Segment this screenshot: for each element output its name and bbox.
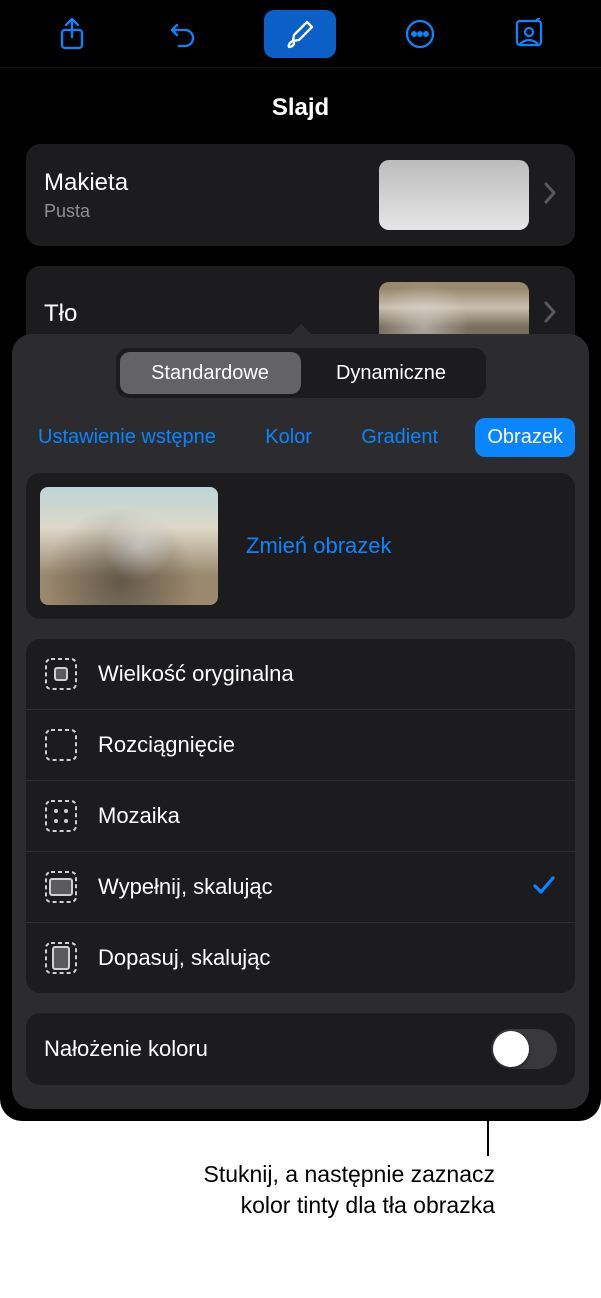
check-icon bbox=[531, 872, 557, 903]
image-preview bbox=[40, 487, 218, 605]
share-button[interactable] bbox=[47, 9, 97, 59]
present-icon bbox=[514, 18, 544, 50]
layout-label: Makieta bbox=[44, 169, 379, 197]
scale-fit-icon bbox=[44, 941, 78, 975]
option-label: Rozciągnięcie bbox=[98, 732, 557, 758]
layout-preview-swatch bbox=[379, 160, 529, 230]
category-image[interactable]: Obrazek bbox=[475, 418, 575, 457]
image-card: Zmień obrazek bbox=[26, 473, 575, 619]
option-stretch[interactable]: Rozciągnięcie bbox=[26, 709, 575, 780]
fill-options-list: Wielkość oryginalna Rozciągnięcie Mozaik… bbox=[26, 639, 575, 993]
popover-pointer bbox=[287, 324, 315, 338]
original-size-icon bbox=[44, 657, 78, 691]
change-image-link[interactable]: Zmień obrazek bbox=[246, 533, 392, 559]
option-scale-fill[interactable]: Wypełnij, skalując bbox=[26, 851, 575, 922]
segmented-control: Standardowe Dynamiczne bbox=[116, 348, 486, 398]
color-overlay-switch[interactable] bbox=[491, 1029, 557, 1069]
category-color[interactable]: Kolor bbox=[253, 418, 324, 457]
callout-text: Stuknij, a następnie zaznacz kolor tinty… bbox=[200, 1159, 495, 1221]
background-label: Tło bbox=[44, 300, 379, 328]
tile-icon bbox=[44, 799, 78, 833]
background-popover: Standardowe Dynamiczne Ustawienie wstępn… bbox=[12, 334, 589, 1109]
page-title: Slajd bbox=[272, 94, 329, 121]
presenter-button[interactable] bbox=[504, 9, 554, 59]
option-label: Wielkość oryginalna bbox=[98, 661, 557, 687]
format-button[interactable] bbox=[264, 10, 336, 58]
switch-knob bbox=[493, 1031, 529, 1067]
device-frame: Slajd Makieta Pusta Tło Standardowe bbox=[0, 0, 601, 1121]
segment-standard[interactable]: Standardowe bbox=[120, 352, 301, 394]
layout-row[interactable]: Makieta Pusta bbox=[26, 144, 575, 246]
stretch-icon bbox=[44, 728, 78, 762]
page-title-row: Slajd bbox=[0, 68, 601, 144]
color-overlay-label: Nałożenie koloru bbox=[44, 1036, 491, 1062]
category-preset[interactable]: Ustawienie wstępne bbox=[26, 418, 228, 457]
share-icon bbox=[58, 17, 86, 51]
chevron-right-icon bbox=[543, 182, 557, 209]
more-icon bbox=[404, 18, 436, 50]
brush-icon bbox=[285, 19, 315, 49]
segment-dynamic[interactable]: Dynamiczne bbox=[301, 352, 482, 394]
category-gradient[interactable]: Gradient bbox=[349, 418, 450, 457]
layout-text-group: Makieta Pusta bbox=[44, 169, 379, 222]
option-original-size[interactable]: Wielkość oryginalna bbox=[26, 639, 575, 709]
undo-icon bbox=[165, 18, 197, 50]
category-row: Ustawienie wstępne Kolor Gradient Obraze… bbox=[26, 414, 575, 473]
option-label: Wypełnij, skalując bbox=[98, 874, 511, 900]
layout-subtitle: Pusta bbox=[44, 201, 379, 222]
option-label: Dopasuj, skalując bbox=[98, 945, 557, 971]
option-label: Mozaika bbox=[98, 803, 557, 829]
option-scale-fit[interactable]: Dopasuj, skalując bbox=[26, 922, 575, 993]
layout-panel: Makieta Pusta bbox=[26, 144, 575, 246]
more-button[interactable] bbox=[395, 9, 445, 59]
color-overlay-row: Nałożenie koloru bbox=[26, 1013, 575, 1085]
chevron-right-icon bbox=[543, 301, 557, 328]
scale-fill-icon bbox=[44, 870, 78, 904]
top-toolbar bbox=[0, 0, 601, 68]
option-tile[interactable]: Mozaika bbox=[26, 780, 575, 851]
undo-button[interactable] bbox=[156, 9, 206, 59]
